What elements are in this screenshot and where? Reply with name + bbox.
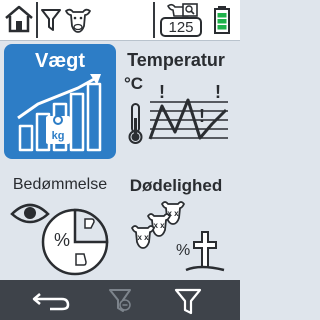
svg-text:x x: x x [153,221,165,230]
mortality-percent: % [176,242,191,259]
animal-count-badge[interactable]: 125 [159,2,203,38]
topbar-divider [36,2,38,38]
temperature-chart-icon: ! ! ! [128,82,228,144]
filter-button[interactable] [158,280,218,320]
topbar-divider [153,2,155,38]
cow-head-icon[interactable] [62,4,94,34]
svg-text:x x: x x [167,209,179,218]
tile-mortality[interactable]: Dødelighed x x x x x x % [120,172,232,287]
mortality-icon: x x x x x x [131,201,225,272]
filter-icon [174,288,202,315]
bottom-bar [0,280,240,320]
weight-chart-icon: kg [17,74,102,152]
tile-evaluation[interactable]: Bedømmelse % [4,172,116,287]
svg-text:!: ! [159,82,165,102]
svg-text:x x: x x [137,233,149,242]
evaluation-percent: % [54,230,71,250]
top-bar: 125 [0,0,240,41]
home-icon[interactable] [4,4,34,34]
svg-text:!: ! [215,82,221,102]
back-button[interactable] [22,280,82,320]
animal-count: 125 [168,19,194,36]
filter-clear-icon [109,289,131,312]
tile-temperature[interactable]: Temperatur °C ! ! ! [120,44,232,159]
svg-text:kg: kg [52,130,65,142]
back-icon [32,293,70,311]
tile-weight[interactable]: Vægt kg [4,44,116,159]
clear-filter-button[interactable] [92,280,152,320]
filter-icon[interactable] [40,4,62,34]
battery-icon [214,6,230,34]
svg-text:!: ! [199,106,205,126]
